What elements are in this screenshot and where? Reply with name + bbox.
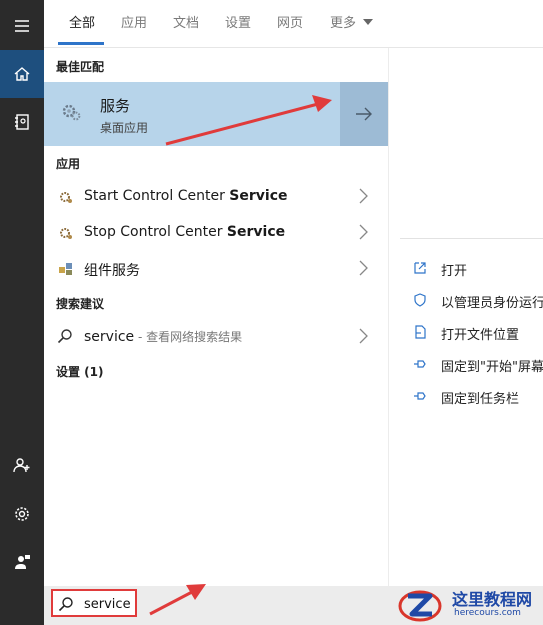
chevron-right-icon[interactable] [356,259,370,277]
action-pin-to-start[interactable]: 固定到"开始"屏幕 [441,356,543,375]
app-result-label: Stop Control Center Service [84,224,286,240]
filter-tab-bar: 全部 应用 文档 设置 网页 更多 [44,0,543,48]
pane-divider [388,48,389,625]
chevron-right-icon[interactable] [356,327,370,345]
tab-web[interactable]: 网页 [277,12,303,31]
open-icon [414,262,426,274]
settings-heading[interactable]: 设置 (1) [56,363,104,380]
suggestion-label: service - 查看网络搜索结果 [84,329,243,345]
app-result-label: Start Control Center Service [84,188,288,204]
tab-all[interactable]: 全部 [69,12,95,31]
best-match-subtitle: 桌面应用 [100,121,149,135]
search-query-text: service [84,597,131,612]
component-services-icon [59,263,72,275]
chevron-down-icon [363,19,373,25]
settings-gear-icon[interactable] [0,490,44,538]
best-match-expand-button[interactable] [340,82,388,146]
watermark-title: 这里教程网 [452,590,533,609]
chevron-right-icon[interactable] [356,187,370,205]
tab-more[interactable]: 更多 [330,12,356,31]
action-pin-to-taskbar[interactable]: 固定到任务栏 [441,388,519,407]
service-gear-icon [60,192,72,203]
tab-apps[interactable]: 应用 [121,12,147,31]
apps-heading: 应用 [56,157,81,171]
chevron-right-icon[interactable] [356,223,370,241]
file-location-icon [415,325,426,339]
services-gear-icon [62,104,81,121]
service-gear-icon [60,228,72,239]
shield-admin-icon [414,293,426,307]
left-rail [0,0,44,625]
active-tab-indicator [58,42,104,45]
best-match-result[interactable] [44,82,340,146]
actions-divider [400,238,543,239]
search-icon [58,597,73,612]
pin-taskbar-icon [414,392,426,400]
app-result-label: 组件服务 [84,263,140,279]
search-icon [57,329,72,344]
notebook-icon[interactable] [0,98,44,146]
watermark-logo-icon [398,590,442,622]
tab-settings[interactable]: 设置 [225,12,251,31]
watermark-url: herecours.com [454,608,521,618]
hamburger-menu-icon[interactable] [0,2,44,50]
action-open-file-location[interactable]: 打开文件位置 [441,324,519,343]
best-match-heading: 最佳匹配 [56,60,105,74]
feedback-user-icon[interactable] [0,538,44,586]
action-run-as-admin[interactable]: 以管理员身份运行 [441,292,543,311]
best-match-title: 服务 [100,97,131,115]
action-open[interactable]: 打开 [441,260,467,279]
arrow-right-icon [356,107,372,121]
home-icon[interactable] [0,50,44,98]
add-user-icon[interactable] [0,441,44,489]
pin-icon [414,360,426,368]
tab-documents[interactable]: 文档 [173,12,199,31]
search-suggestions-heading: 搜索建议 [56,297,105,311]
